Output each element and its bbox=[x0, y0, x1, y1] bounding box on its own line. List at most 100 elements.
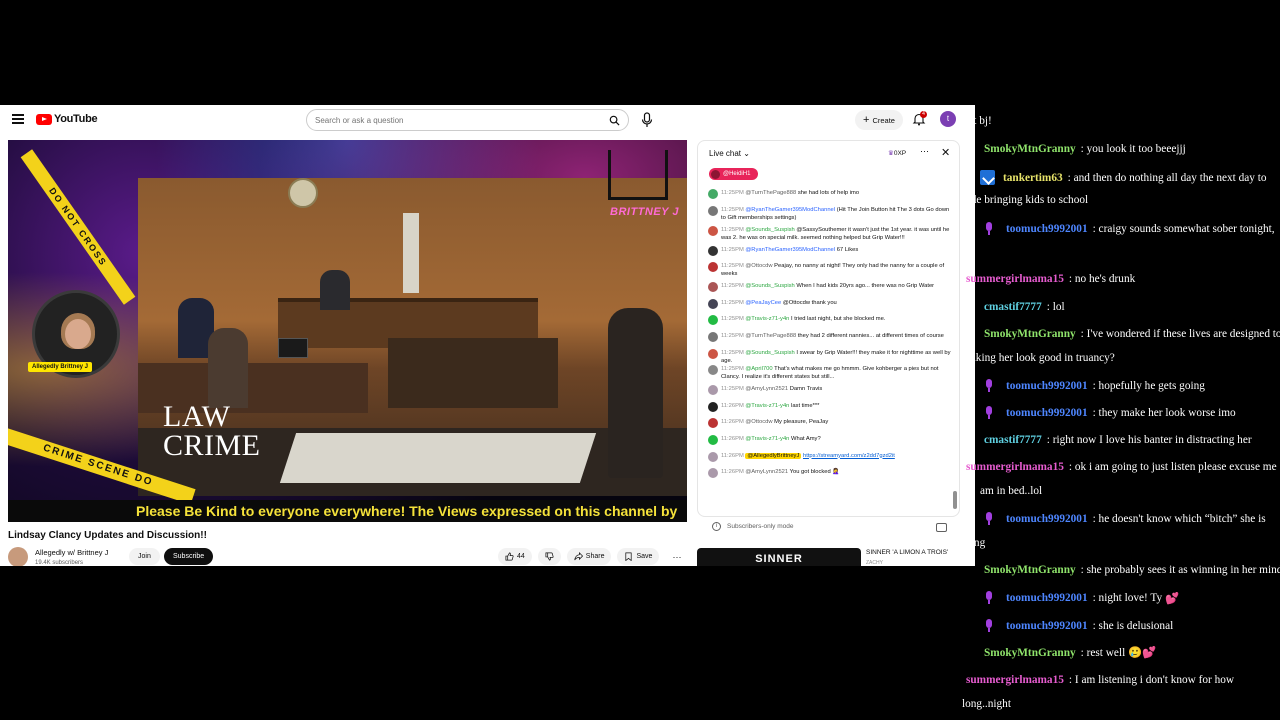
chat-avatar bbox=[708, 348, 718, 359]
chat-message[interactable]: 11:26PM @Travis-z71-y4n last time*** bbox=[708, 401, 953, 419]
chat-message[interactable]: 11:25PM @April700 That's what makes me g… bbox=[708, 365, 953, 385]
host-face bbox=[65, 319, 91, 349]
chat-message[interactable]: 11:26PM @AmyLynn2521 You got blocked 🤦‍♀… bbox=[708, 468, 953, 485]
search-input[interactable] bbox=[315, 116, 585, 125]
law-crime-logo: LAW CRIME bbox=[163, 402, 261, 461]
share-button[interactable]: Share bbox=[566, 548, 612, 565]
chat-link[interactable]: https://streamyard.com/z2dd7gzd2it bbox=[803, 453, 895, 459]
chat-author[interactable]: @Sounds_Suspish bbox=[745, 350, 794, 356]
like-button[interactable]: 44 bbox=[498, 548, 532, 565]
chat-message[interactable]: 11:25PM @RyanTheGamer395ModChannel 67 Li… bbox=[708, 245, 953, 263]
chat-message-body: 11:26PM @Ottocdw My pleasure, PeaJay bbox=[721, 418, 828, 426]
microphone-badge-icon bbox=[984, 379, 994, 393]
overlay-message: lude bringing kids to school bbox=[962, 194, 1089, 206]
chat-message[interactable]: 11:25PM @TurnThePage888 they had 2 diffe… bbox=[708, 331, 953, 349]
chat-message[interactable]: 11:26PM @Travis-z71-y4n What Amy? bbox=[708, 434, 953, 452]
chat-time: 11:25PM bbox=[721, 316, 746, 323]
overlay-message: : you look it too beeejjj bbox=[1080, 143, 1186, 155]
account-avatar[interactable]: t bbox=[940, 111, 956, 127]
chat-message-body: 11:25PM @TurnThePage888 she had lots of … bbox=[721, 189, 859, 197]
chat-message[interactable]: 11:25PM @Sounds_Suspish @SassySouthemer … bbox=[708, 225, 953, 246]
channel-avatar[interactable] bbox=[8, 547, 28, 566]
chat-author[interactable]: @Travis-z71-y4n bbox=[745, 316, 789, 322]
chat-text: they had 2 different nannies... at diffe… bbox=[797, 332, 944, 339]
top-bar: YouTube + Create 4 t bbox=[0, 105, 975, 135]
overlay-message: : she probably sees it as winning in her… bbox=[1080, 564, 1280, 576]
video-title: Lindsay Clancy Updates and Discussion!! bbox=[8, 530, 207, 541]
chat-author[interactable]: @Travis-z71-y4n bbox=[745, 436, 789, 442]
chat-message[interactable]: 11:26PM @AllegedlyBrittneyJ https://stre… bbox=[708, 451, 953, 469]
chat-scroll-thumb[interactable] bbox=[953, 491, 957, 509]
chat-message[interactable]: 11:25PM @Sounds_Suspish When I had kids … bbox=[708, 282, 953, 299]
more-actions-button[interactable]: ··· bbox=[665, 548, 688, 565]
chat-avatar bbox=[708, 298, 718, 309]
chat-author[interactable]: @AllegedlyBrittneyJ bbox=[745, 452, 802, 459]
xp-badge[interactable]: ♛0XP bbox=[888, 149, 906, 157]
create-label: Create bbox=[872, 115, 895, 125]
overlay-chat-line: making her look good in truancy? bbox=[962, 352, 1115, 364]
chat-message[interactable]: 11:25PM @PeaJayCee @Ottocdw thank you bbox=[708, 298, 953, 316]
chat-author[interactable]: @TurnThePage888 bbox=[745, 190, 796, 196]
chat-author[interactable]: @AmyLynn2521 bbox=[745, 469, 788, 475]
overlay-chat-line: ght bj! bbox=[962, 115, 992, 127]
chat-message-body: 11:26PM @Travis-z71-y4n last time*** bbox=[721, 402, 819, 410]
overlay-chat-line: ering bbox=[962, 537, 985, 549]
thumbs-up-icon bbox=[505, 552, 514, 561]
overlay-chat-line: am in bed..lol bbox=[980, 485, 1042, 497]
ticker-banner: Please Be Kind to everyone everywhere! T… bbox=[8, 500, 687, 522]
dislike-button[interactable] bbox=[537, 548, 561, 565]
screen: YouTube + Create 4 t bbox=[0, 0, 1280, 720]
overlay-message: ering bbox=[962, 537, 986, 549]
search-box[interactable] bbox=[306, 109, 629, 131]
chat-message[interactable]: 11:26PM @Ottocdw My pleasure, PeaJay bbox=[708, 418, 953, 435]
super-chat-icon[interactable] bbox=[936, 523, 947, 532]
chat-author[interactable]: @Ottocdw bbox=[745, 419, 772, 425]
save-button[interactable]: Save bbox=[617, 548, 660, 565]
plus-icon: + bbox=[863, 113, 870, 126]
chat-message-body: 11:25PM @TurnThePage888 they had 2 diffe… bbox=[721, 332, 944, 340]
subscribe-button[interactable]: Subscribe bbox=[164, 548, 214, 565]
user-badge-icon bbox=[980, 170, 995, 185]
search-icon[interactable] bbox=[609, 115, 620, 126]
chat-author[interactable]: @April700 bbox=[745, 366, 772, 372]
overlay-username: toomuch9992001 bbox=[1006, 380, 1088, 392]
chat-message[interactable]: 11:25PM @RyanTheGamer395ModChannel (Hit … bbox=[708, 205, 953, 226]
menu-icon[interactable] bbox=[12, 114, 24, 124]
chat-author[interactable]: @Sounds_Suspish bbox=[745, 283, 794, 289]
chat-author[interactable]: @Ottocdw bbox=[745, 263, 772, 269]
like-count: 44 bbox=[517, 553, 525, 560]
live-chat-title[interactable]: Live chat ⌄ bbox=[709, 149, 750, 158]
recommended-thumbnail[interactable]: SINNER bbox=[697, 548, 861, 566]
overlay-username: toomuch9992001 bbox=[1006, 513, 1088, 525]
chat-author[interactable]: @Sounds_Suspish bbox=[745, 227, 794, 233]
chat-message[interactable]: 11:25PM @Travis-z71-y4n I tried last nig… bbox=[708, 315, 953, 332]
chat-more-options-icon[interactable]: ⋯ bbox=[920, 146, 929, 157]
chat-message[interactable]: 11:25PM @TurnThePage888 she had lots of … bbox=[708, 189, 953, 206]
notification-count-badge: 4 bbox=[920, 111, 927, 118]
chat-author[interactable]: @TurnThePage888 bbox=[745, 333, 796, 339]
chat-author[interactable]: @AmyLynn2521 bbox=[745, 386, 788, 392]
brand-watermark: BRITTNEY J bbox=[610, 206, 679, 218]
join-button[interactable]: Join bbox=[129, 548, 160, 565]
overlay-chat-line: summergirlmama15: I am listening i don't… bbox=[966, 674, 1234, 686]
chat-avatar bbox=[708, 365, 718, 376]
video-player[interactable]: DO NOT CROSS BRITTNEY J LAW CRIME Allege… bbox=[8, 140, 687, 522]
create-button[interactable]: + Create bbox=[855, 110, 903, 130]
chat-author[interactable]: @RyanTheGamer395ModChannel bbox=[745, 247, 835, 253]
recommended-title[interactable]: SINNER 'A LIMON A TROIS' bbox=[866, 549, 948, 556]
close-icon[interactable]: ✕ bbox=[941, 146, 950, 159]
chat-author[interactable]: @PeaJayCee bbox=[745, 300, 781, 306]
pinned-chip[interactable]: @HeidiH1 bbox=[709, 168, 759, 180]
microphone-icon[interactable] bbox=[640, 112, 654, 128]
chat-message[interactable]: 11:25PM @Sounds_Suspish I swear by Grip … bbox=[708, 348, 953, 366]
chat-time: 11:25PM bbox=[721, 246, 746, 253]
chat-scrollbar[interactable] bbox=[953, 189, 957, 509]
share-icon bbox=[574, 552, 583, 561]
chat-message[interactable]: 11:25PM @Ottocdw Peajay, no nanny at nig… bbox=[708, 262, 953, 282]
chat-author[interactable]: @Travis-z71-y4n bbox=[745, 403, 789, 409]
chat-avatar bbox=[708, 331, 718, 342]
youtube-logo[interactable]: YouTube bbox=[36, 113, 98, 125]
chat-message[interactable]: 11:25PM @AmyLynn2521 Damn Travis bbox=[708, 385, 953, 402]
channel-name[interactable]: Allegedly w/ Brittney J bbox=[35, 548, 108, 557]
chat-author[interactable]: @RyanTheGamer395ModChannel bbox=[745, 207, 835, 213]
